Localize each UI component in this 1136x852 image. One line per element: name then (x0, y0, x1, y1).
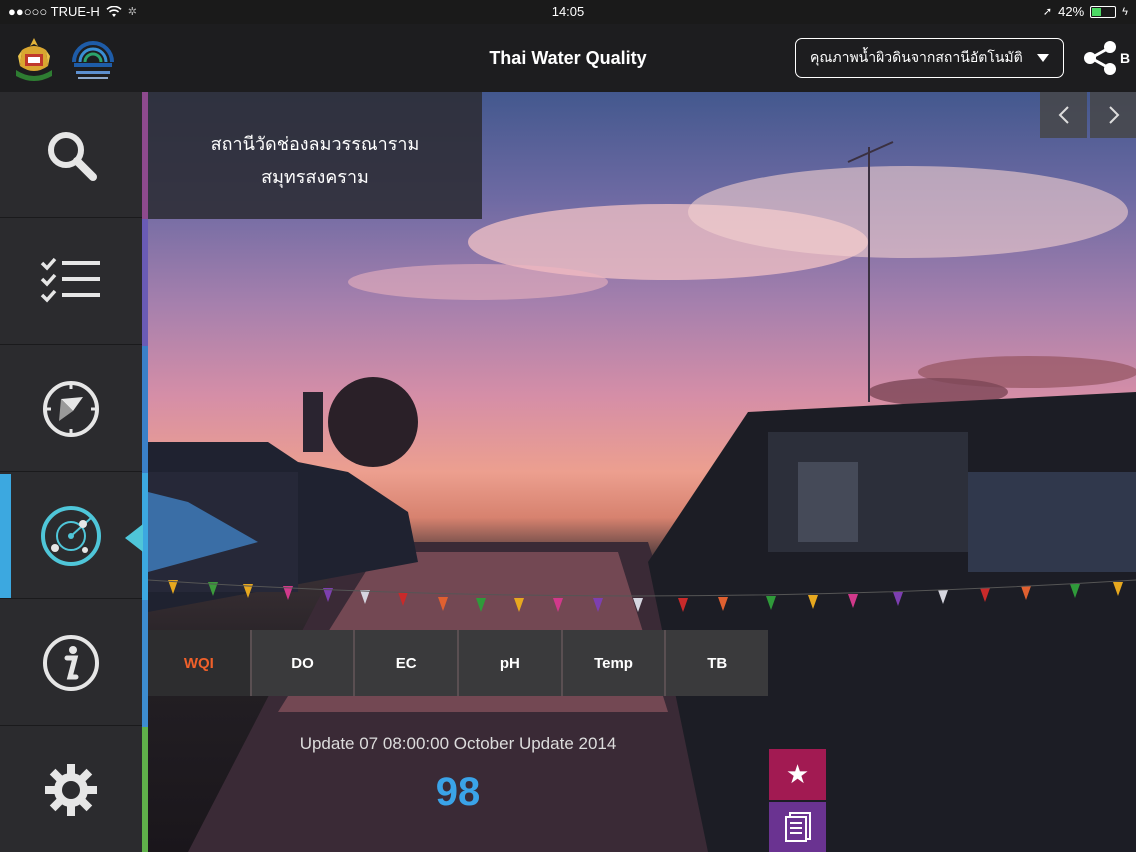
active-nav-pointer (125, 524, 143, 552)
tab-ec[interactable]: EC (355, 630, 460, 696)
station-province: สมุทรสงคราม (261, 167, 369, 187)
tab-wqi[interactable]: WQI (148, 630, 252, 696)
location-arrow-icon: ➚ (1042, 6, 1053, 18)
status-right: ➚ 42% ϟ (1043, 4, 1128, 19)
parameter-tabs: WQI DO EC pH Temp TB (148, 630, 769, 696)
station-info-panel: สถานีวัดช่องลมวรรณาราม สมุทรสงคราม (148, 92, 482, 219)
sidebar (0, 92, 148, 852)
app-screen: ●●○○○ TRUE-H ✲ 14:05 ➚ 42% ϟ Thai Water … (0, 0, 1136, 852)
status-time: 14:05 (551, 4, 585, 19)
battery-icon (1090, 5, 1117, 18)
favorite-button[interactable]: ★ (769, 749, 826, 800)
tab-tb[interactable]: TB (666, 630, 769, 696)
sidebar-color-strip (142, 219, 148, 346)
compass-icon (43, 380, 99, 437)
sidebar-color-strip (142, 346, 148, 473)
chevron-right-icon (1108, 106, 1119, 124)
data-source-dropdown[interactable]: คุณภาพน้ำผิวดินจากสถานีอัตโนมัติ (795, 38, 1064, 78)
tab-ph[interactable]: pH (459, 630, 563, 696)
battery-percent: 42% (1058, 4, 1085, 19)
share-badge-letter: B (1120, 50, 1131, 66)
sidebar-item-info[interactable] (0, 600, 142, 726)
sidebar-item-compass[interactable] (0, 346, 142, 472)
report-button[interactable] (769, 802, 826, 852)
update-timestamp: Update 07 08:00:00 October Update 2014 (299, 734, 617, 753)
tab-temp[interactable]: Temp (562, 630, 667, 696)
chevron-left-icon (1058, 106, 1069, 124)
sidebar-color-strip (142, 92, 148, 219)
checklist-icon (40, 257, 100, 303)
chevron-down-icon (1037, 54, 1049, 62)
reading-value: 98 (435, 770, 481, 814)
sidebar-item-search[interactable] (0, 92, 142, 218)
charging-icon: ϟ (1122, 5, 1128, 18)
document-icon (784, 812, 811, 842)
info-icon (43, 634, 99, 691)
radar-icon (41, 505, 101, 566)
next-photo-button[interactable] (1090, 92, 1136, 138)
app-header: Thai Water Quality คุณภาพน้ำผิวดินจากสถา… (0, 24, 1136, 92)
sidebar-item-settings[interactable] (0, 727, 142, 852)
star-icon: ★ (785, 759, 810, 789)
share-icon[interactable] (1082, 40, 1118, 76)
gear-icon (45, 764, 97, 816)
dropdown-selected-value: คุณภาพน้ำผิวดินจากสถานีอัตโนมัติ (810, 49, 1023, 65)
sidebar-item-radar[interactable] (0, 473, 142, 599)
active-nav-indicator (0, 474, 11, 598)
sidebar-item-list[interactable] (0, 219, 142, 345)
previous-photo-button[interactable] (1040, 92, 1087, 138)
station-name: สถานีวัดช่องลมวรรณาราม (210, 134, 420, 154)
status-bar: ●●○○○ TRUE-H ✲ 14:05 ➚ 42% ϟ (0, 0, 1136, 24)
tab-do[interactable]: DO (251, 630, 356, 696)
search-icon (48, 131, 97, 181)
